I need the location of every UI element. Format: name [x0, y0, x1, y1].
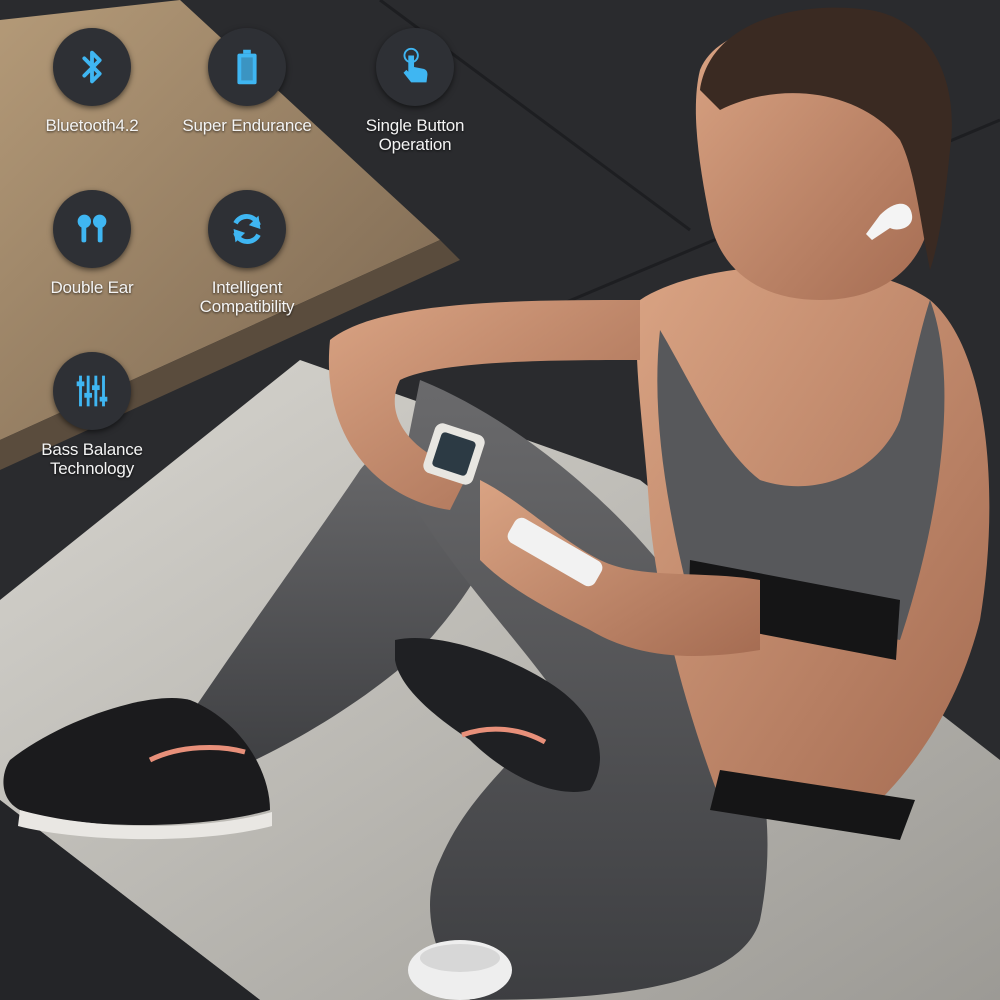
- feature-label: Bluetooth4.2: [45, 116, 139, 135]
- sync-icon: [233, 214, 261, 244]
- touch-finger-icon: [403, 47, 428, 83]
- battery-icon-badge: [208, 28, 286, 106]
- feature-label: Super Endurance: [182, 116, 312, 135]
- earbuds-icon-badge: [53, 190, 131, 268]
- product-ad-image: Bluetooth4.2 Super Endurance Single Butt…: [0, 0, 1000, 1000]
- earbuds-icon: [77, 214, 107, 243]
- feature-label: Bass Balance Technology: [41, 440, 143, 478]
- feature-bluetooth: Bluetooth4.2: [2, 28, 182, 135]
- equalizer-icon-badge: [53, 352, 131, 430]
- feature-label: Double Ear: [50, 278, 134, 297]
- battery-icon: [237, 49, 257, 85]
- feature-label: Single Button Operation: [365, 116, 465, 154]
- equalizer-icon: [76, 375, 108, 407]
- feature-battery: Super Endurance: [157, 28, 337, 135]
- feature-label: Intelligent Compatibility: [199, 278, 295, 316]
- touch-finger-icon-badge: [376, 28, 454, 106]
- feature-intelligent-compatibility: Intelligent Compatibility: [157, 190, 337, 316]
- bluetooth-icon-badge: [53, 28, 131, 106]
- feature-double-ear: Double Ear: [2, 190, 182, 297]
- bluetooth-icon: [82, 50, 102, 84]
- feature-single-button: Single Button Operation: [325, 28, 505, 154]
- feature-bass-balance: Bass Balance Technology: [2, 352, 182, 478]
- sync-icon-badge: [208, 190, 286, 268]
